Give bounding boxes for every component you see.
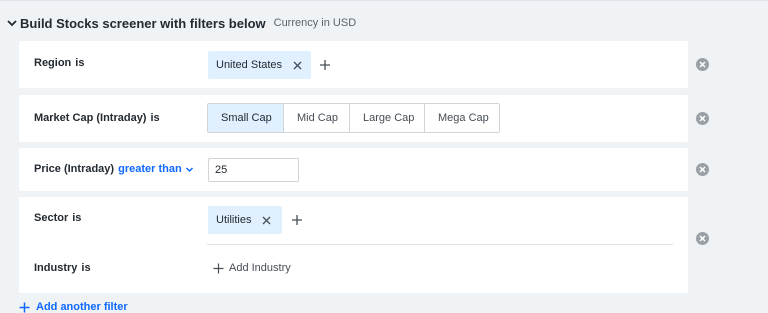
add-industry-button[interactable]: Add Industry [213, 262, 291, 274]
market-cap-segmented: Small Cap Mid Cap Large Cap Mega Cap [207, 103, 500, 133]
sector-chip: Utilities [208, 206, 282, 234]
filter-row-price: Price (Intraday) greater than [19, 148, 688, 191]
add-another-filter-label: Add another filter [36, 301, 128, 313]
region-label-group: Region is [34, 57, 84, 69]
sector-operator: is [72, 212, 82, 224]
remove-filter-market-cap-icon[interactable] [696, 112, 709, 125]
price-value-input[interactable] [208, 158, 299, 182]
mid-cap-button[interactable]: Mid Cap [284, 104, 350, 132]
region-chip-label: United States [216, 59, 283, 71]
remove-chip-icon[interactable] [262, 216, 271, 225]
small-cap-button[interactable]: Small Cap [208, 104, 284, 132]
region-label: Region [34, 57, 72, 69]
remove-filter-region-icon[interactable] [696, 58, 709, 71]
industry-operator: is [81, 262, 91, 274]
mega-cap-button[interactable]: Mega Cap [425, 104, 499, 132]
add-sector-icon[interactable] [291, 214, 303, 226]
page-title: Build Stocks screener with filters below [20, 15, 266, 31]
price-operator: greater than [118, 163, 182, 175]
chevron-down-icon[interactable] [6, 17, 18, 29]
remove-filter-sector-icon[interactable] [696, 232, 709, 245]
price-label: Price (Intraday) [34, 163, 115, 175]
plus-icon [19, 302, 30, 312]
chevron-down-icon [185, 167, 193, 172]
screener-header: Build Stocks screener with filters below… [6, 14, 356, 32]
sector-chip-label: Utilities [216, 214, 252, 226]
filter-row-sector-industry: Sector is Utilities Industry is Add Indust… [19, 197, 688, 293]
region-chip: United States [208, 51, 311, 79]
market-cap-operator: is [150, 112, 160, 124]
add-region-icon[interactable] [319, 59, 331, 71]
row-divider [207, 244, 673, 245]
market-cap-label: Market Cap (Intraday) [34, 112, 147, 124]
plus-icon [213, 263, 224, 273]
currency-note: Currency in USD [273, 17, 357, 29]
market-cap-label-group: Market Cap (Intraday) is [34, 112, 160, 124]
sector-label: Sector [34, 212, 69, 224]
filter-row-market-cap: Market Cap (Intraday) is Small Cap Mid Ca… [19, 95, 688, 142]
top-divider [0, 0, 768, 1]
industry-label-group: Industry is [34, 262, 91, 274]
remove-chip-icon[interactable] [293, 61, 302, 70]
industry-label: Industry [34, 262, 78, 274]
add-another-filter-button[interactable]: Add another filter [19, 301, 128, 313]
filter-row-region: Region is United States [19, 41, 688, 88]
remove-filter-price-icon[interactable] [696, 163, 709, 176]
region-operator: is [75, 57, 85, 69]
sector-label-group: Sector is [34, 212, 81, 224]
large-cap-button[interactable]: Large Cap [350, 104, 425, 132]
price-label-group: Price (Intraday) greater than [34, 163, 194, 175]
add-industry-label: Add Industry [229, 262, 291, 274]
price-operator-dropdown[interactable]: greater than [118, 163, 194, 175]
